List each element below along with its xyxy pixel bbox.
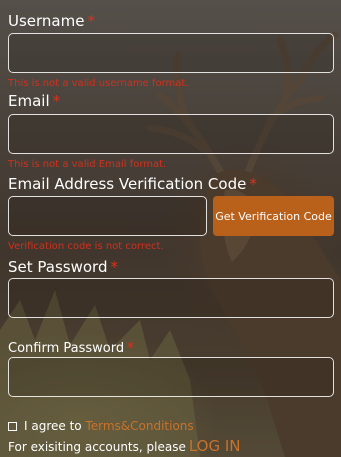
- confirm-password-label: Confirm Password *: [8, 340, 134, 358]
- required-mark: *: [52, 92, 61, 110]
- required-mark: *: [249, 175, 257, 193]
- email-input[interactable]: [8, 114, 334, 154]
- username-label: Username *: [8, 12, 95, 30]
- email-label-text: Email: [8, 92, 50, 110]
- get-verification-code-button[interactable]: Get Verification Code: [213, 196, 334, 236]
- required-mark: *: [127, 341, 134, 356]
- verification-code-input[interactable]: [8, 196, 207, 236]
- agree-checkbox[interactable]: [8, 421, 17, 431]
- login-prompt: For exisiting accounts, please LOG IN: [8, 438, 241, 455]
- agree-text: I agree to: [24, 419, 82, 433]
- set-password-label-text: Set Password: [8, 258, 108, 276]
- username-input[interactable]: [8, 33, 334, 73]
- set-password-label: Set Password *: [8, 258, 118, 276]
- verification-code-error: Verification code is not correct.: [8, 241, 164, 252]
- login-link[interactable]: LOG IN: [189, 437, 241, 455]
- terms-agreement: I agree to Terms&Conditions: [8, 418, 194, 434]
- required-mark: *: [87, 12, 95, 30]
- email-label: Email *: [8, 92, 60, 110]
- login-prompt-text: For exisiting accounts, please: [8, 440, 186, 454]
- terms-link[interactable]: Terms&Conditions: [85, 418, 193, 434]
- username-error: This is not a valid username format.: [8, 78, 189, 89]
- confirm-password-label-text: Confirm Password: [8, 341, 125, 356]
- username-label-text: Username: [8, 12, 85, 30]
- verification-code-label-text: Email Address Verification Code: [8, 175, 247, 193]
- email-error: This is not a valid Email format.: [8, 159, 167, 170]
- confirm-password-input[interactable]: [8, 357, 334, 397]
- required-mark: *: [110, 258, 118, 276]
- registration-form: Username * This is not a valid username f…: [0, 0, 341, 457]
- verification-code-label: Email Address Verification Code *: [8, 175, 257, 193]
- set-password-input[interactable]: [8, 278, 334, 318]
